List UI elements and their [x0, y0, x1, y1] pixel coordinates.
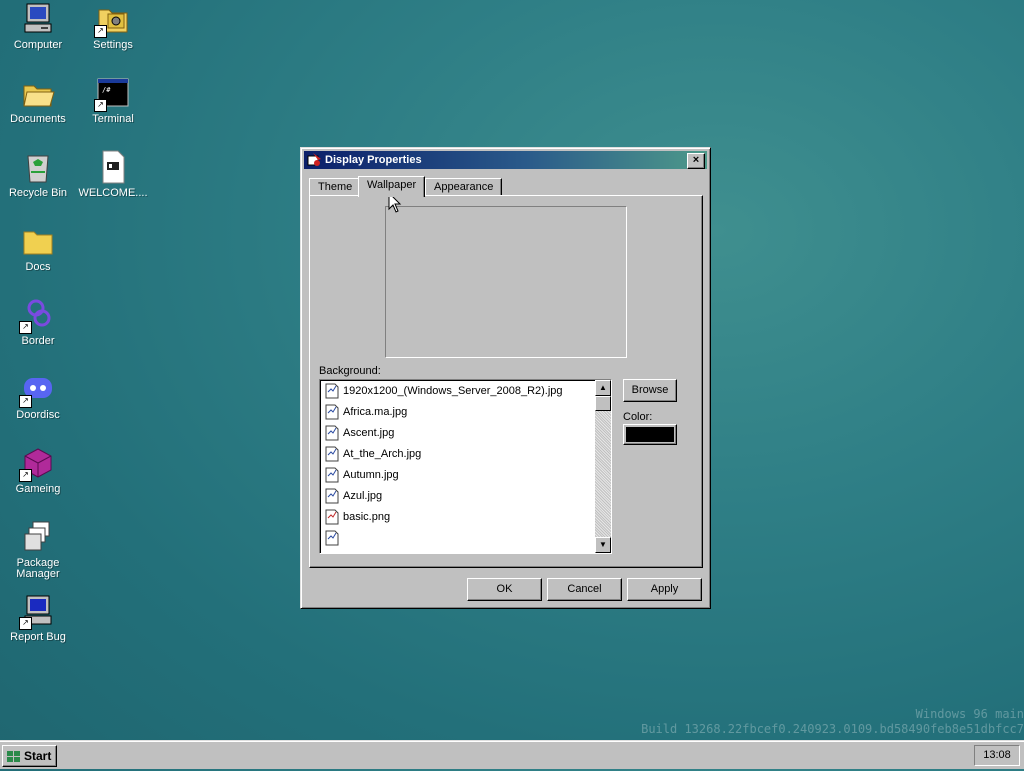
settings-folder-icon: ↗	[94, 2, 130, 38]
shortcut-arrow-icon: ↗	[94, 99, 107, 112]
list-item[interactable]: Africa.ma.jpg	[325, 402, 407, 423]
desktop-icon-label: Package Manager	[16, 557, 60, 580]
color-label: Color:	[623, 411, 653, 423]
tab-wallpaper[interactable]: Wallpaper	[358, 176, 426, 197]
desktop-icon-report-bug[interactable]: ↗ Report Bug	[0, 594, 78, 643]
list-item[interactable]: Autumn.jpg	[325, 465, 399, 486]
start-button[interactable]: Start	[2, 745, 57, 767]
desktop-icon-label: Recycle Bin	[8, 187, 68, 199]
ok-button[interactable]: OK	[467, 578, 542, 601]
svg-text:/#: /#	[102, 86, 111, 94]
desktop-icon-label: Terminal	[92, 113, 134, 125]
image-file-icon	[325, 425, 339, 441]
list-item-label: 1920x1200_(Windows_Server_2008_R2).jpg	[343, 385, 563, 397]
game-cube-icon: ↗	[19, 446, 55, 482]
desktop-icon-recycle-bin[interactable]: Recycle Bin	[0, 150, 78, 199]
tab-theme[interactable]: Theme	[309, 178, 362, 196]
recycle-bin-icon	[21, 150, 55, 184]
desktop-icon-label: Docs	[25, 261, 51, 273]
desktop-icon-label: Border	[21, 335, 55, 347]
desktop-icon-settings[interactable]: ↗ Settings	[73, 2, 153, 51]
desktop-icon-documents[interactable]: Documents	[0, 76, 78, 125]
desktop-icon-label: Computer	[13, 39, 63, 51]
list-item[interactable]: 1920x1200_(Windows_Server_2008_R2).jpg	[325, 381, 563, 402]
scroll-down-button[interactable]: ▼	[595, 537, 611, 553]
image-file-icon	[325, 467, 339, 483]
shortcut-arrow-icon: ↗	[19, 321, 32, 334]
scroll-up-button[interactable]: ▲	[595, 380, 611, 396]
wallpaper-preview	[385, 206, 627, 358]
desktop-icon-label: Doordisc	[16, 409, 60, 421]
browse-button[interactable]: Browse	[623, 379, 677, 402]
image-file-icon	[325, 383, 339, 399]
list-item[interactable]	[325, 528, 343, 549]
image-file-icon	[325, 530, 339, 546]
list-item-label: Africa.ma.jpg	[343, 406, 408, 418]
desktop-icon-label: Gameing	[15, 483, 61, 495]
shortcut-arrow-icon: ↗	[94, 25, 107, 38]
shortcut-arrow-icon: ↗	[19, 617, 32, 630]
vertical-scrollbar[interactable]: ▲ ▼	[595, 380, 611, 553]
list-item[interactable]: basic.png	[325, 507, 390, 528]
desktop-icon-docs[interactable]: Docs	[0, 224, 78, 273]
desktop-icon-package-manager[interactable]: Package Manager	[0, 520, 78, 580]
desktop-icon-computer[interactable]: Computer	[0, 2, 78, 51]
list-item-label: basic.png	[343, 511, 391, 523]
desktop-icon-label: Documents	[10, 113, 66, 125]
tab-appearance[interactable]: Appearance	[425, 178, 503, 196]
list-item-label: Autumn.jpg	[343, 469, 399, 481]
clock[interactable]: 13:08	[974, 745, 1020, 766]
desktop-icon-welcome[interactable]: WELCOME....	[73, 150, 153, 199]
image-file-icon	[325, 446, 339, 462]
folder-open-icon	[21, 76, 55, 110]
scroll-thumb[interactable]	[595, 396, 611, 411]
desktop-icon-terminal[interactable]: /# ↗ Terminal	[73, 76, 153, 125]
document-file-icon	[96, 150, 130, 184]
image-file-icon	[325, 488, 339, 504]
border-app-icon: ↗	[19, 298, 55, 334]
list-item-label: Ascent.jpg	[343, 427, 395, 439]
desktop-icon-doordisc[interactable]: ↗ Doordisc	[0, 372, 78, 421]
computer-bug-icon: ↗	[19, 594, 55, 630]
list-item-label: Azul.jpg	[343, 490, 383, 502]
cancel-button[interactable]: Cancel	[547, 578, 622, 601]
list-item[interactable]: Ascent.jpg	[325, 423, 394, 444]
computer-icon	[21, 2, 55, 36]
start-label: Start	[24, 749, 52, 763]
display-properties-window: Display Properties × Theme Appearance Wa…	[300, 147, 711, 609]
display-properties-icon	[307, 152, 323, 168]
start-logo-icon	[6, 749, 22, 765]
background-listbox[interactable]: 1920x1200_(Windows_Server_2008_R2).jpg A…	[319, 379, 612, 554]
color-swatch-fill	[626, 427, 674, 442]
desktop-icon-border[interactable]: ↗ Border	[0, 298, 78, 347]
desktop-icon-label: WELCOME....	[78, 187, 148, 199]
watermark-line-1: Windows 96 main	[915, 707, 1024, 721]
terminal-icon: /# ↗	[94, 76, 130, 112]
list-item-label: At_the_Arch.jpg	[343, 448, 422, 460]
shortcut-arrow-icon: ↗	[19, 469, 32, 482]
close-button[interactable]: ×	[687, 153, 705, 169]
wallpaper-panel: Background: 1920x1200_(Windows_Server_20…	[309, 195, 703, 568]
color-picker-button[interactable]	[623, 424, 677, 445]
shortcut-arrow-icon: ↗	[19, 395, 32, 408]
image-file-icon	[325, 509, 339, 525]
package-manager-icon	[21, 520, 55, 554]
watermark-line-2: Build 13268.22fbcef0.240923.0109.bd58490…	[641, 722, 1024, 736]
desktop-icon-label: Report Bug	[10, 631, 66, 643]
image-file-icon	[325, 404, 339, 420]
desktop-icon-gameing[interactable]: ↗ Gameing	[0, 446, 78, 495]
discord-icon: ↗	[19, 372, 55, 408]
title-bar[interactable]: Display Properties ×	[304, 151, 707, 169]
background-label: Background:	[319, 365, 381, 377]
list-item[interactable]: Azul.jpg	[325, 486, 382, 507]
build-watermark: Windows 96 main Build 13268.22fbcef0.240…	[641, 707, 1024, 737]
apply-button[interactable]: Apply	[627, 578, 702, 601]
window-title: Display Properties	[325, 154, 422, 166]
taskbar: Start 13:08	[0, 740, 1024, 769]
list-item[interactable]: At_the_Arch.jpg	[325, 444, 421, 465]
desktop-icon-label: Settings	[93, 39, 133, 51]
folder-icon	[21, 224, 55, 258]
